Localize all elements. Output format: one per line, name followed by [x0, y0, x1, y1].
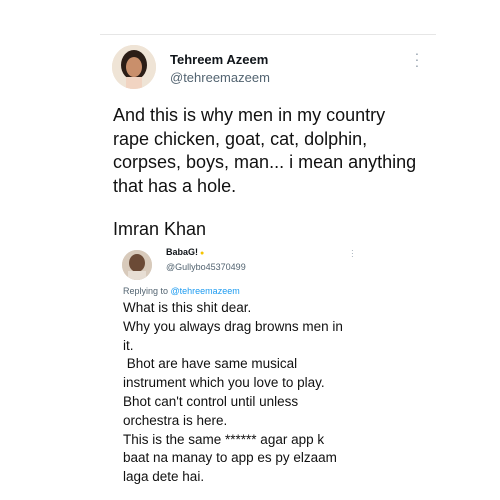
reply-more-options-icon[interactable]: · · ·: [351, 247, 354, 261]
author-avatar[interactable]: [112, 45, 156, 89]
reply-text: What is this shit dear. Why you always d…: [123, 299, 383, 487]
reply-line: laga dete hai.: [123, 469, 205, 485]
tweet-line: rape chicken, goat, cat, dolphin,: [113, 128, 368, 149]
tweet-text: And this is why men in my country rape c…: [113, 104, 443, 198]
reply-author-handle[interactable]: @Gullybo45370499: [166, 262, 246, 272]
tweet-line: that has a hole.: [113, 175, 237, 196]
replying-mention-link[interactable]: @tehreemazeem: [171, 286, 240, 296]
reply-line: instrument which you love to play.: [123, 375, 325, 391]
author-handle[interactable]: @tehreemazeem: [170, 70, 270, 85]
yellow-dot-icon: ●: [200, 250, 205, 255]
reply-author-name[interactable]: BabaG! ●: [166, 247, 204, 255]
tweet-line: And this is why men in my country: [113, 105, 386, 125]
reply-line: baat na manay to app es py elzaam: [123, 450, 337, 466]
reply-line: Bhot can't control until unless: [123, 393, 299, 409]
avatar-image: [112, 45, 156, 89]
reply-line: This is the same ****** agar app k: [123, 431, 325, 447]
reply-line: Bhot are have same musical: [123, 356, 298, 372]
tweet-line: corpses, boys, man... i mean anything: [113, 152, 417, 172]
reply-line: orchestra is here.: [123, 412, 228, 428]
reply-line: What is this shit dear.: [123, 300, 252, 315]
author-name[interactable]: Tehreem Azeem: [170, 52, 268, 67]
replying-prefix: Replying to: [123, 286, 171, 296]
reply-line: it.: [123, 337, 134, 353]
more-options-icon[interactable]: · · ·: [414, 46, 420, 72]
tweet-signature: Imran Khan: [113, 219, 207, 239]
reply-author-avatar[interactable]: [122, 250, 152, 280]
reply-avatar-image: [122, 250, 152, 280]
replying-to: Replying to @tehreemazeem: [123, 286, 240, 296]
reply-line: Why you always drag browns men in: [123, 318, 343, 334]
reply-author-name-text: BabaG!: [166, 247, 199, 255]
